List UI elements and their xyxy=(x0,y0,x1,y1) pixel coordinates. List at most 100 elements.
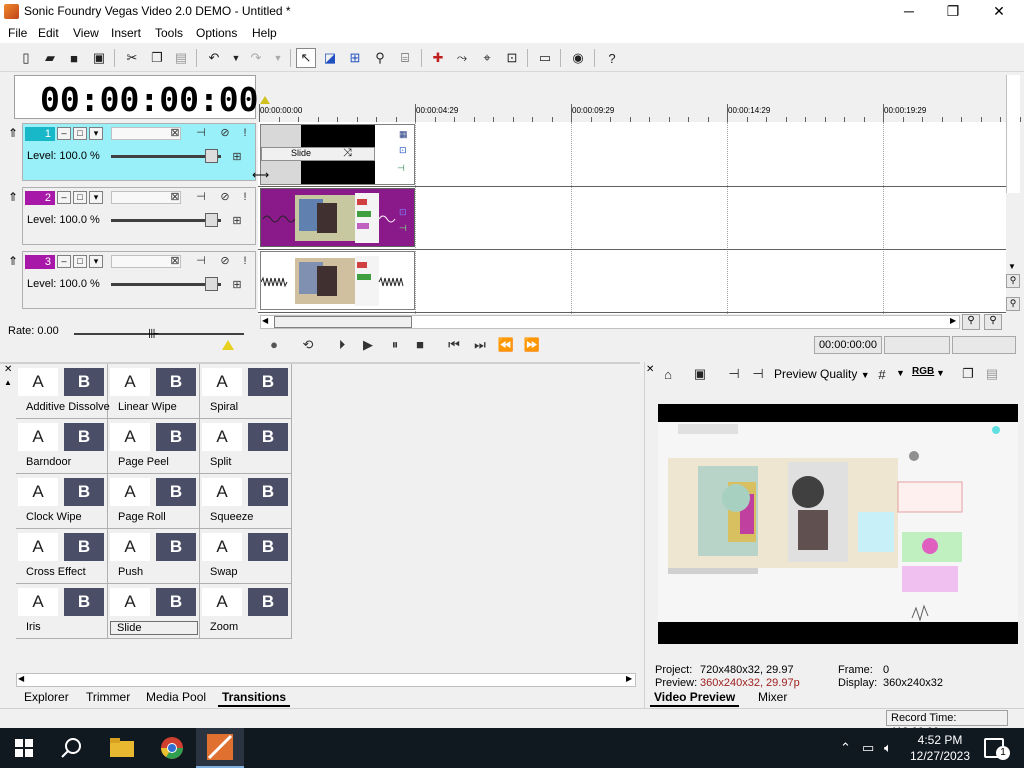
slide-transition-icon[interactable]: ⤨ xyxy=(343,147,352,160)
undo-dropdown-icon[interactable]: ▼ xyxy=(226,48,246,68)
menu-edit[interactable]: Edit xyxy=(38,26,59,40)
loop-icon[interactable]: ⟲ xyxy=(298,336,318,354)
auto-ripple-icon[interactable]: ⤳ xyxy=(452,48,472,68)
video-clip-3[interactable] xyxy=(260,251,415,310)
preview-quality-dropdown[interactable]: Preview Quality ▼ xyxy=(774,367,870,381)
scroll-down-icon[interactable]: ▼ xyxy=(1008,262,1016,271)
transition-push[interactable]: A B Push xyxy=(108,529,200,584)
track-fx-icon[interactable]: ⊣ xyxy=(193,254,209,268)
solo-icon[interactable]: ! xyxy=(237,254,253,268)
file-explorer-button[interactable] xyxy=(98,728,146,768)
transition-page-peel[interactable]: A B Page Peel xyxy=(108,419,200,474)
zoom-in-icon[interactable]: ⚲ xyxy=(1006,274,1020,288)
marker-icon[interactable] xyxy=(260,96,270,104)
record-icon[interactable]: ● xyxy=(264,336,284,354)
minimize-track-icon[interactable]: – xyxy=(57,127,71,140)
track-motion-icon[interactable]: ⊞ xyxy=(229,150,245,164)
close-button[interactable]: ✕ xyxy=(976,0,1022,23)
external-monitor-icon[interactable]: ▣ xyxy=(690,364,710,384)
redo-icon[interactable]: ↷ xyxy=(246,48,266,68)
scroll-right-icon[interactable]: ▶ xyxy=(950,316,956,325)
solo-icon[interactable]: ! xyxy=(237,190,253,204)
vegas-taskbar-button[interactable] xyxy=(196,728,244,768)
compositing-mode-icon[interactable]: ⊠ xyxy=(167,190,183,204)
transitions-scrollbar[interactable] xyxy=(16,673,636,687)
video-clip-2[interactable]: ⊡ ⊣ xyxy=(260,188,415,247)
new-icon[interactable]: ▯ xyxy=(16,48,36,68)
zoom-in-time-icon[interactable]: ⚲ xyxy=(962,314,980,330)
track-level-thumb[interactable] xyxy=(205,149,218,163)
lock-envelopes-icon[interactable]: ⌖ xyxy=(477,48,497,68)
play-icon[interactable]: ▶ xyxy=(358,336,378,354)
compositing-mode-icon[interactable]: ⊠ xyxy=(167,254,183,268)
fx-icon[interactable]: ⊣ xyxy=(399,223,407,234)
transition-page-roll[interactable]: A B Page Roll xyxy=(108,474,200,529)
rgb-overlay-icon[interactable]: RGB xyxy=(912,366,934,377)
collapse-track-icon[interactable]: ⇑ xyxy=(6,126,20,140)
track-menu-icon[interactable]: ▾ xyxy=(89,255,103,268)
track-menu-icon[interactable]: ▾ xyxy=(89,127,103,140)
transition-linear-wipe[interactable]: A B Linear Wipe xyxy=(108,364,200,419)
track-level-thumb[interactable] xyxy=(205,213,218,227)
network-icon[interactable]: ▭ xyxy=(862,740,874,756)
grid-icon[interactable]: # xyxy=(872,364,892,384)
mute-icon[interactable]: ⊘ xyxy=(217,254,233,268)
open-icon[interactable]: ▰ xyxy=(40,48,60,68)
transition-split[interactable]: A B Split xyxy=(200,419,292,474)
transition-slide[interactable]: A B Slide xyxy=(108,584,200,639)
pan-crop-icon[interactable]: ⊡ xyxy=(399,207,407,218)
cut-icon[interactable]: ✂ xyxy=(122,48,142,68)
track-fx-icon[interactable]: ⊣ xyxy=(193,126,209,140)
save-snapshot-icon[interactable]: ▤ xyxy=(982,364,1002,384)
redo-dropdown-icon[interactable]: ▼ xyxy=(268,48,288,68)
pan-crop-icon[interactable]: ⊡ xyxy=(399,145,407,156)
minimize-track-icon[interactable]: – xyxy=(57,255,71,268)
menu-help[interactable]: Help xyxy=(252,26,277,40)
preview-fx-icon[interactable]: ⊣ xyxy=(724,364,744,384)
selection-tool-icon[interactable]: ⊞ xyxy=(345,48,365,68)
video-clip-1[interactable]: Slide ⤨ ▦ ⊡ ⊣ xyxy=(260,124,415,185)
maximize-track-icon[interactable]: □ xyxy=(73,255,87,268)
rate-slider-thumb[interactable]: ⊪ xyxy=(148,326,170,342)
transition-spiral[interactable]: A B Spiral xyxy=(200,364,292,419)
transition-additive-dissolve[interactable]: A B Additive Dissolve xyxy=(16,364,110,419)
transition-barndoor[interactable]: A B Barndoor xyxy=(16,419,108,474)
close-panel-icon[interactable]: ✕ xyxy=(646,364,654,375)
transition-swap[interactable]: A B Swap xyxy=(200,529,292,584)
tab-video-preview[interactable]: Video Preview xyxy=(650,690,740,707)
track-motion-icon[interactable]: ⊞ xyxy=(229,278,245,292)
tab-mixer[interactable]: Mixer xyxy=(754,690,791,707)
ignore-grouping-icon[interactable]: ⊡ xyxy=(502,48,522,68)
track-header[interactable]: 2– □ ▾ ⊠ ⊣ ⊘! Level: 100.0 % ⊞ xyxy=(22,187,256,245)
start-button[interactable] xyxy=(0,728,48,768)
paste-icon[interactable]: ▤ xyxy=(171,48,191,68)
preview-properties-icon[interactable]: ⌂ xyxy=(658,364,678,384)
transition-clock-wipe[interactable]: A B Clock Wipe xyxy=(16,474,108,529)
selection-start-time[interactable]: 00:00:00:00 xyxy=(814,336,882,354)
track-fx-icon[interactable]: ⊣ xyxy=(193,190,209,204)
auto-crossfade-icon[interactable]: ✚ xyxy=(428,48,448,68)
mute-icon[interactable]: ⊘ xyxy=(217,126,233,140)
taskbar-clock[interactable]: 4:52 PM 12/27/2023 xyxy=(906,732,974,764)
snap-icon[interactable]: ⌸ xyxy=(395,48,415,68)
undo-icon[interactable]: ↶ xyxy=(204,48,224,68)
scroll-right-icon[interactable]: ▶ xyxy=(626,674,632,683)
volume-icon[interactable]: 🔈︎ xyxy=(884,740,892,756)
track-menu-icon[interactable]: ▾ xyxy=(89,191,103,204)
search-button[interactable] xyxy=(48,728,96,768)
render-icon[interactable]: ▭ xyxy=(535,48,555,68)
save-as-icon[interactable]: ▣ xyxy=(89,48,109,68)
zoom-tool-icon[interactable]: ⚲ xyxy=(370,48,390,68)
mute-icon[interactable]: ⊘ xyxy=(217,190,233,204)
minimize-track-icon[interactable]: – xyxy=(57,191,71,204)
maximize-button[interactable]: ❐ xyxy=(930,0,976,23)
maximize-track-icon[interactable]: □ xyxy=(73,191,87,204)
vertical-scrollbar[interactable] xyxy=(1006,75,1020,193)
scroll-left-icon[interactable]: ◀ xyxy=(18,674,24,683)
minimize-button[interactable]: ─ xyxy=(886,0,932,23)
menu-options[interactable]: Options xyxy=(196,26,237,40)
transition-zoom[interactable]: A B Zoom xyxy=(200,584,292,639)
show-hidden-icons-icon[interactable]: ⌃ xyxy=(840,740,851,756)
fx-icon[interactable]: ⊣ xyxy=(397,163,405,174)
stop-icon[interactable]: ■ xyxy=(410,336,430,354)
